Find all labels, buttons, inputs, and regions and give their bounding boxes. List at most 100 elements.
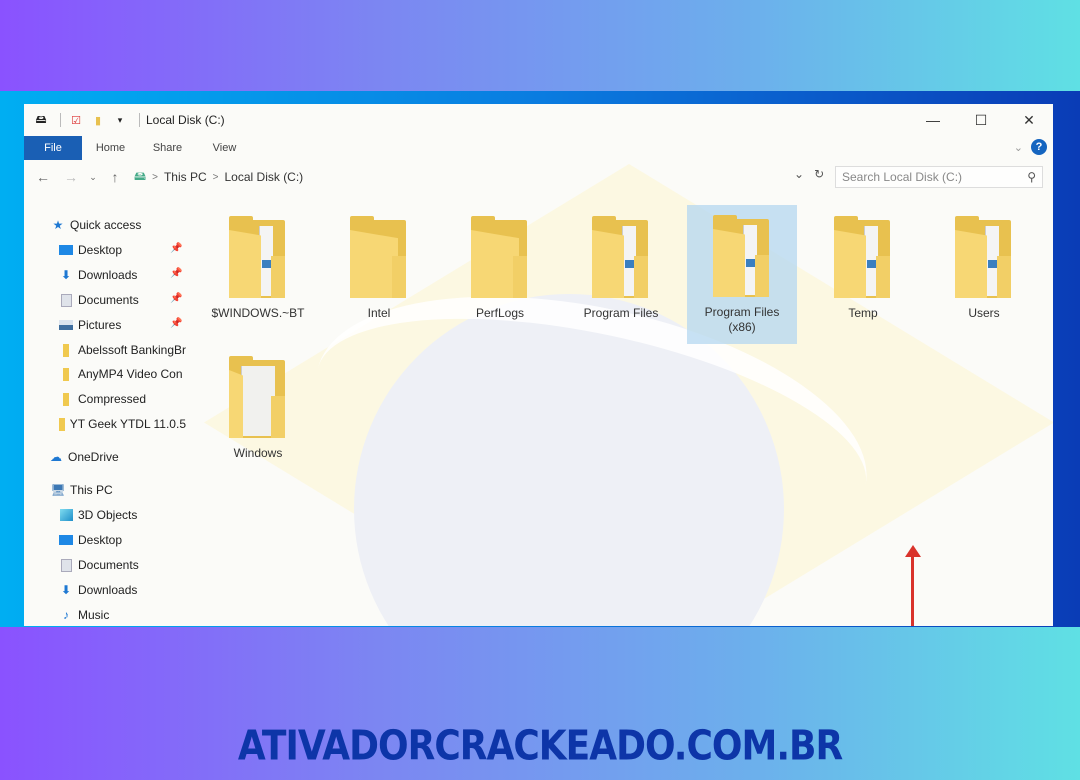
sidebar-item-3d-objects[interactable]: 3D Objects [58, 506, 137, 524]
sidebar-item-label: Pictures [78, 318, 122, 332]
ribbon-tabs: File Home Share View ⌄ ? [24, 136, 1053, 160]
sidebar-item-label: Desktop [78, 243, 123, 257]
folder-name: $WINDOWS.~BT [211, 306, 305, 320]
folder-view: $WINDOWS.~BT Intel PerfLogs Program File… [194, 200, 1053, 626]
drive-icon[interactable]: 🖴 [32, 112, 50, 128]
sidebar-item-pictures[interactable]: Pictures [58, 316, 121, 334]
minimize-button[interactable]: — [909, 104, 957, 136]
back-button[interactable]: ← [32, 169, 54, 185]
forward-button[interactable]: → [60, 169, 82, 185]
file-explorer-window: 🖴 ☑ ▮ ▾ Local Disk (C:) — ☐ ✕ File Home … [24, 104, 1053, 626]
title-bar: 🖴 ☑ ▮ ▾ Local Disk (C:) — ☐ ✕ [24, 104, 1053, 136]
desktop-icon [58, 243, 74, 257]
up-button[interactable]: ↑ [104, 169, 126, 185]
sidebar-item-desktop[interactable]: Desktop [58, 531, 122, 549]
search-icon: ⚲ [1027, 170, 1036, 184]
sidebar-item-label: Downloads [78, 268, 138, 282]
folder-item[interactable]: Intel [324, 206, 434, 346]
expand-ribbon-icon[interactable]: ⌄ [1014, 141, 1023, 154]
tab-home[interactable]: Home [82, 142, 139, 154]
sidebar-item-this-pc[interactable]: 🖥 This PC [50, 481, 113, 499]
sidebar-item-label: 3D Objects [78, 508, 138, 522]
folder-name: Temp [848, 306, 878, 320]
sidebar-item-onedrive[interactable]: ☁ OneDrive [48, 448, 119, 466]
divider [60, 113, 61, 127]
computer-icon: 🖥 [50, 483, 66, 497]
folder-name: PerfLogs [475, 306, 525, 320]
divider [139, 113, 140, 127]
3d-objects-icon [58, 508, 74, 522]
sidebar-item-label: OneDrive [68, 450, 119, 464]
recent-locations-button[interactable]: ⌄ [82, 172, 104, 183]
folder-name: Program Files (x86) [705, 305, 780, 335]
folder-icon [58, 343, 74, 357]
pin-icon[interactable]: 📌 [170, 243, 182, 254]
folder-name: Windows [233, 446, 283, 460]
new-folder-icon[interactable]: ▮ [89, 112, 107, 128]
pin-icon[interactable]: 📌 [170, 293, 182, 304]
folder-icon [58, 417, 66, 431]
tab-file[interactable]: File [24, 136, 82, 160]
folder-name: Program Files [583, 306, 659, 320]
site-watermark: ATIVADORCRACKEADO.COM.BR [237, 722, 843, 771]
sidebar-item-quick-access[interactable]: ★ Quick access [50, 216, 142, 234]
folder-item[interactable]: $WINDOWS.~BT [203, 206, 313, 346]
sidebar-item-label: Downloads [78, 583, 138, 597]
sidebar-item-downloads[interactable]: ⬇ Downloads [58, 266, 137, 284]
folder-name-line: Program Files [704, 305, 780, 319]
folder-icon [588, 216, 654, 300]
folder-item-selected[interactable]: Program Files (x86) [687, 205, 797, 344]
folder-icon [58, 367, 74, 381]
refresh-icon[interactable]: ↻ [814, 167, 824, 181]
desktop-icon [58, 533, 74, 547]
properties-icon[interactable]: ☑ [67, 112, 85, 128]
sidebar-item-label: This PC [70, 483, 113, 497]
sidebar-item-label: Quick access [70, 218, 142, 232]
maximize-button[interactable]: ☐ [957, 104, 1005, 136]
sidebar-item-music[interactable]: ♪ Music [58, 606, 109, 624]
close-button[interactable]: ✕ [1005, 104, 1053, 136]
sidebar-item-documents[interactable]: Documents [58, 291, 139, 309]
download-icon: ⬇ [60, 268, 72, 282]
folder-name: Intel [367, 306, 391, 320]
address-dropdown-icon[interactable]: ⌄ [794, 167, 804, 181]
folder-item[interactable]: Program Files [566, 206, 676, 346]
folder-item[interactable]: Temp [808, 206, 918, 346]
breadcrumb-this-pc[interactable]: This PC [164, 170, 207, 184]
documents-icon [58, 293, 74, 307]
download-icon: ⬇ [60, 583, 72, 597]
sidebar-item-label: Documents [78, 558, 139, 572]
folder-item[interactable]: PerfLogs [445, 206, 555, 346]
folder-icon [58, 392, 74, 406]
folder-name: Users [968, 306, 1000, 320]
annotation-arrow-up [905, 545, 921, 626]
sidebar-item-compressed[interactable]: Compressed [58, 390, 146, 408]
search-input[interactable]: Search Local Disk (C:) ⚲ [835, 166, 1043, 188]
sidebar-item-anymp4[interactable]: AnyMP4 Video Con [58, 365, 186, 383]
sidebar-item-label: Documents [78, 293, 139, 307]
sidebar-item-label: Desktop [78, 533, 123, 547]
pin-icon[interactable]: 📌 [170, 268, 182, 279]
sidebar-item-yt-geek[interactable]: YT Geek YTDL 11.0.5 [58, 415, 186, 433]
sidebar-item-label: AnyMP4 Video Con [78, 367, 183, 381]
folder-icon [225, 356, 291, 440]
folder-icon [467, 216, 533, 300]
folder-icon [346, 216, 412, 300]
address-field[interactable]: 🖴 > This PC > Local Disk (C:) [130, 166, 836, 188]
sidebar-item-abelssoft[interactable]: Abelssoft BankingBr [58, 341, 186, 359]
tab-share[interactable]: Share [139, 142, 196, 154]
folder-name-line: (x86) [728, 320, 756, 334]
sidebar-item-label: Abelssoft BankingBr [77, 343, 186, 357]
customize-quick-access-icon[interactable]: ▾ [111, 112, 129, 128]
sidebar-item-label: Compressed [78, 392, 147, 406]
sidebar-item-downloads[interactable]: ⬇ Downloads [58, 581, 137, 599]
help-icon[interactable]: ? [1031, 139, 1047, 155]
arrow-shaft [911, 555, 914, 626]
folder-item[interactable]: Windows [203, 346, 313, 486]
tab-view[interactable]: View [196, 142, 253, 154]
search-placeholder: Search Local Disk (C:) [842, 170, 963, 184]
pin-icon[interactable]: 📌 [170, 318, 182, 329]
breadcrumb-local-disk[interactable]: Local Disk (C:) [225, 170, 304, 184]
folder-item[interactable]: Users [929, 206, 1039, 346]
sidebar-item-documents[interactable]: Documents [58, 556, 139, 574]
